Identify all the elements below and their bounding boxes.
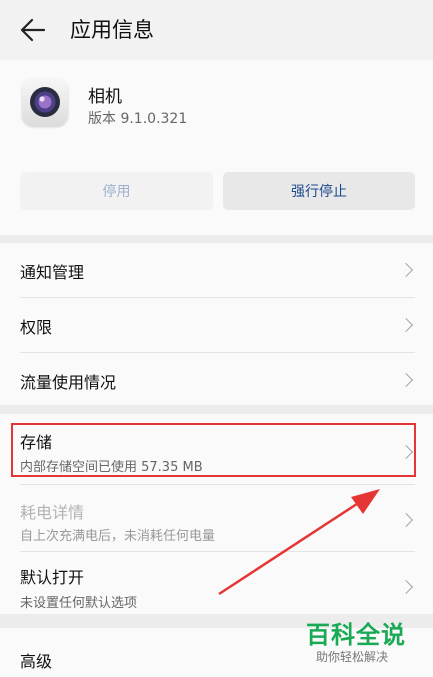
battery-usage-item[interactable]: 耗电详情 自上次充满电后，未消耗任何电量 [0,485,433,551]
chevron-right-icon [398,262,414,278]
data-usage-item[interactable]: 流量使用情况 [0,353,433,405]
watermark-title: 百科全说 [306,621,406,649]
top-bar: 应用信息 [0,0,433,60]
arrow-left-icon[interactable] [18,16,48,44]
advanced-label: 高级 [20,652,53,671]
chevron-right-icon [398,372,414,388]
notification-management-item[interactable]: 通知管理 [0,243,433,297]
data-usage-label: 流量使用情况 [20,373,117,392]
chevron-right-icon [398,317,414,333]
default-open-item[interactable]: 默认打开 未设置任何默认选项 [0,552,433,614]
permissions-item[interactable]: 权限 [0,298,433,352]
app-version: 版本 9.1.0.321 [88,111,188,127]
permissions-label: 权限 [20,318,53,337]
chevron-right-icon [398,512,414,528]
chevron-right-icon [398,579,414,595]
disable-button[interactable]: 停用 [20,172,213,210]
default-open-subtitle: 未设置任何默认选项 [20,596,138,611]
camera-icon [22,78,68,126]
default-open-title: 默认打开 [20,568,85,587]
battery-usage-title: 耗电详情 [20,503,85,522]
notification-management-label: 通知管理 [20,263,85,282]
battery-usage-subtitle: 自上次充满电后，未消耗任何电量 [20,529,216,544]
watermark-subtitle: 助你轻松解决 [316,650,389,664]
app-info-panel: 相机 版本 9.1.0.321 停用 强行停止 [0,60,433,235]
settings-group-1: 通知管理 权限 流量使用情况 [0,243,433,405]
page-title: 应用信息 [70,18,154,42]
force-stop-button[interactable]: 强行停止 [223,172,415,210]
storage-highlight-box [11,423,416,477]
app-name: 相机 [88,87,122,107]
